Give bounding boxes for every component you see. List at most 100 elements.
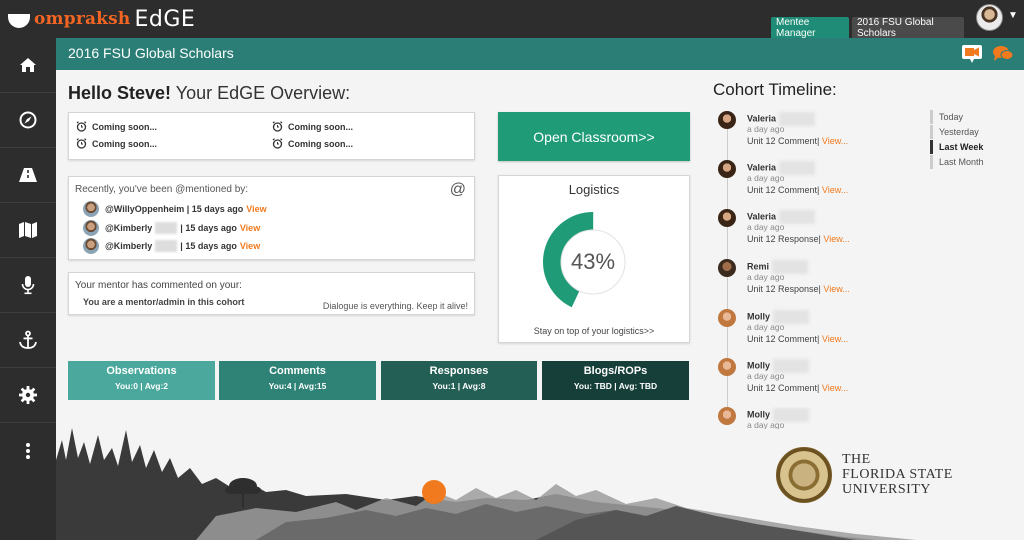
redacted-name [155, 222, 178, 234]
logo-text-ompraksh: ompraksh [34, 9, 131, 29]
sidebar-item-more[interactable] [0, 423, 56, 478]
anchor-icon [19, 330, 37, 349]
tab-mentee-manager[interactable]: Mentee Manager [771, 17, 849, 39]
video-camera-icon [962, 45, 982, 63]
mentions-card: Recently, you've been @mentioned by: @ @… [68, 176, 475, 260]
fsu-seal-logo [776, 447, 832, 503]
avatar [83, 201, 99, 217]
timeline-view-link[interactable]: View... [823, 284, 849, 294]
open-classroom-button[interactable]: Open Classroom>> [498, 112, 690, 161]
chat-bubbles-icon [993, 46, 1014, 61]
coming-soon-item: Coming soon... [272, 121, 353, 132]
stat-values: You:4 | Avg:15 [268, 381, 327, 391]
timeline-view-link[interactable]: View... [822, 136, 848, 146]
alarm-clock-icon [76, 121, 87, 132]
timeline-time: a day ago [747, 222, 785, 232]
mention-view-link[interactable]: View [240, 241, 260, 251]
logistics-card[interactable]: Logistics 43% Stay on top of your logist… [498, 175, 690, 343]
sun-shape [422, 480, 446, 504]
logistics-link[interactable]: Stay on top of your logistics>> [499, 326, 689, 336]
sidebar-item-home[interactable] [0, 38, 56, 93]
stat-blogs-rops[interactable]: Blogs/ROPs You: TBD | Avg: TBD [542, 361, 689, 400]
coming-soon-text: Coming soon... [92, 138, 157, 149]
mentor-note: Dialogue is everything. Keep it alive! [322, 301, 468, 311]
cohort-header: 2016 FSU Global Scholars [56, 38, 1024, 70]
coming-soon-text: Coming soon... [288, 121, 353, 132]
stat-label: Observations [106, 365, 177, 377]
mention-view-link[interactable]: View [246, 204, 266, 214]
sidebar-item-explore[interactable] [0, 93, 56, 148]
sidebar-item-map[interactable] [0, 203, 56, 258]
home-icon [20, 58, 36, 72]
logistics-donut: 43% [537, 206, 649, 318]
tab-global-scholars[interactable]: 2016 FSU Global Scholars [852, 17, 964, 39]
filter-yesterday[interactable]: Yesterday [930, 125, 979, 139]
filter-last-month[interactable]: Last Month [930, 155, 984, 169]
chat-button[interactable] [992, 45, 1014, 68]
timeline-desc: Unit 12 Response| View... [747, 234, 850, 244]
filter-today[interactable]: Today [930, 110, 963, 124]
timeline-title: Cohort Timeline: [713, 80, 837, 99]
mention-user[interactable]: @WillyOppenheim [105, 204, 184, 214]
filter-last-week[interactable]: Last Week [930, 140, 983, 154]
sidebar-item-anchor[interactable] [0, 313, 56, 368]
timeline-view-link[interactable]: View... [822, 383, 848, 393]
mention-view-link[interactable]: View [240, 223, 260, 233]
avatar [718, 309, 736, 327]
page-greeting: Hello Steve! Your EdGE Overview: [68, 83, 350, 104]
mention-time: | 15 days ago [180, 241, 237, 251]
sidebar [0, 38, 56, 540]
coming-soon-item: Coming soon... [76, 138, 157, 149]
microphone-icon [21, 276, 35, 295]
mention-item: @Kimberly | 15 days ago View [83, 238, 260, 254]
more-vertical-icon [26, 442, 30, 459]
mention-item: @WillyOppenheim | 15 days ago View [83, 201, 267, 217]
timeline-desc: Unit 12 Response| View... [747, 284, 850, 294]
avatar [83, 238, 99, 254]
mention-time: | 15 days ago [180, 223, 237, 233]
stat-comments[interactable]: Comments You:4 | Avg:15 [219, 361, 376, 400]
alarm-clock-icon [76, 138, 87, 149]
avatar [83, 220, 99, 236]
alarm-clock-icon [272, 121, 283, 132]
mentions-heading: Recently, you've been @mentioned by: [75, 184, 249, 195]
stat-values: You:1 | Avg:8 [432, 381, 486, 391]
mention-user[interactable]: @Kimberly [105, 241, 152, 251]
compass-icon [19, 111, 37, 129]
avatar [718, 160, 736, 178]
alarm-clock-icon [272, 138, 283, 149]
timeline-desc: Unit 12 Comment| View... [747, 383, 849, 393]
app-logo[interactable]: ompraksh EdGE [8, 4, 195, 34]
logo-bowl-icon [8, 14, 30, 28]
mentor-subtext: You are a mentor/admin in this cohort [83, 297, 245, 307]
stat-responses[interactable]: Responses You:1 | Avg:8 [381, 361, 537, 400]
road-icon [19, 168, 37, 182]
mentor-card: Your mentor has commented on your: You a… [68, 272, 475, 315]
coming-soon-text: Coming soon... [288, 138, 353, 149]
sidebar-item-road[interactable] [0, 148, 56, 203]
stat-observations[interactable]: Observations You:0 | Avg:2 [68, 361, 215, 400]
timeline-time: a day ago [747, 173, 785, 183]
mentor-heading: Your mentor has commented on your: [75, 280, 242, 291]
video-button[interactable] [961, 44, 983, 69]
fsu-text-line3: UNIVERSITY [842, 482, 931, 497]
timeline-view-link[interactable]: View... [822, 185, 848, 195]
mention-user[interactable]: @Kimberly [105, 223, 152, 233]
avatar [718, 259, 736, 277]
chevron-down-icon[interactable]: ▼ [1008, 10, 1018, 21]
greeting-rest: Your EdGE Overview: [171, 83, 351, 103]
coming-soon-text: Coming soon... [92, 121, 157, 132]
sidebar-item-settings[interactable] [0, 368, 56, 423]
logo-text-edge: EdGE [134, 6, 196, 32]
user-avatar[interactable] [976, 4, 1003, 31]
stat-values: You: TBD | Avg: TBD [573, 381, 658, 391]
map-icon [19, 222, 37, 238]
timeline-view-link[interactable]: View... [822, 334, 848, 344]
timeline-time: a day ago [747, 124, 785, 134]
at-sign-icon: @ [449, 181, 466, 198]
gear-icon [19, 386, 37, 404]
timeline-view-link[interactable]: View... [823, 234, 849, 244]
mention-time: | 15 days ago [186, 204, 244, 214]
sidebar-item-audio[interactable] [0, 258, 56, 313]
fsu-text-line1: THE [842, 452, 871, 467]
